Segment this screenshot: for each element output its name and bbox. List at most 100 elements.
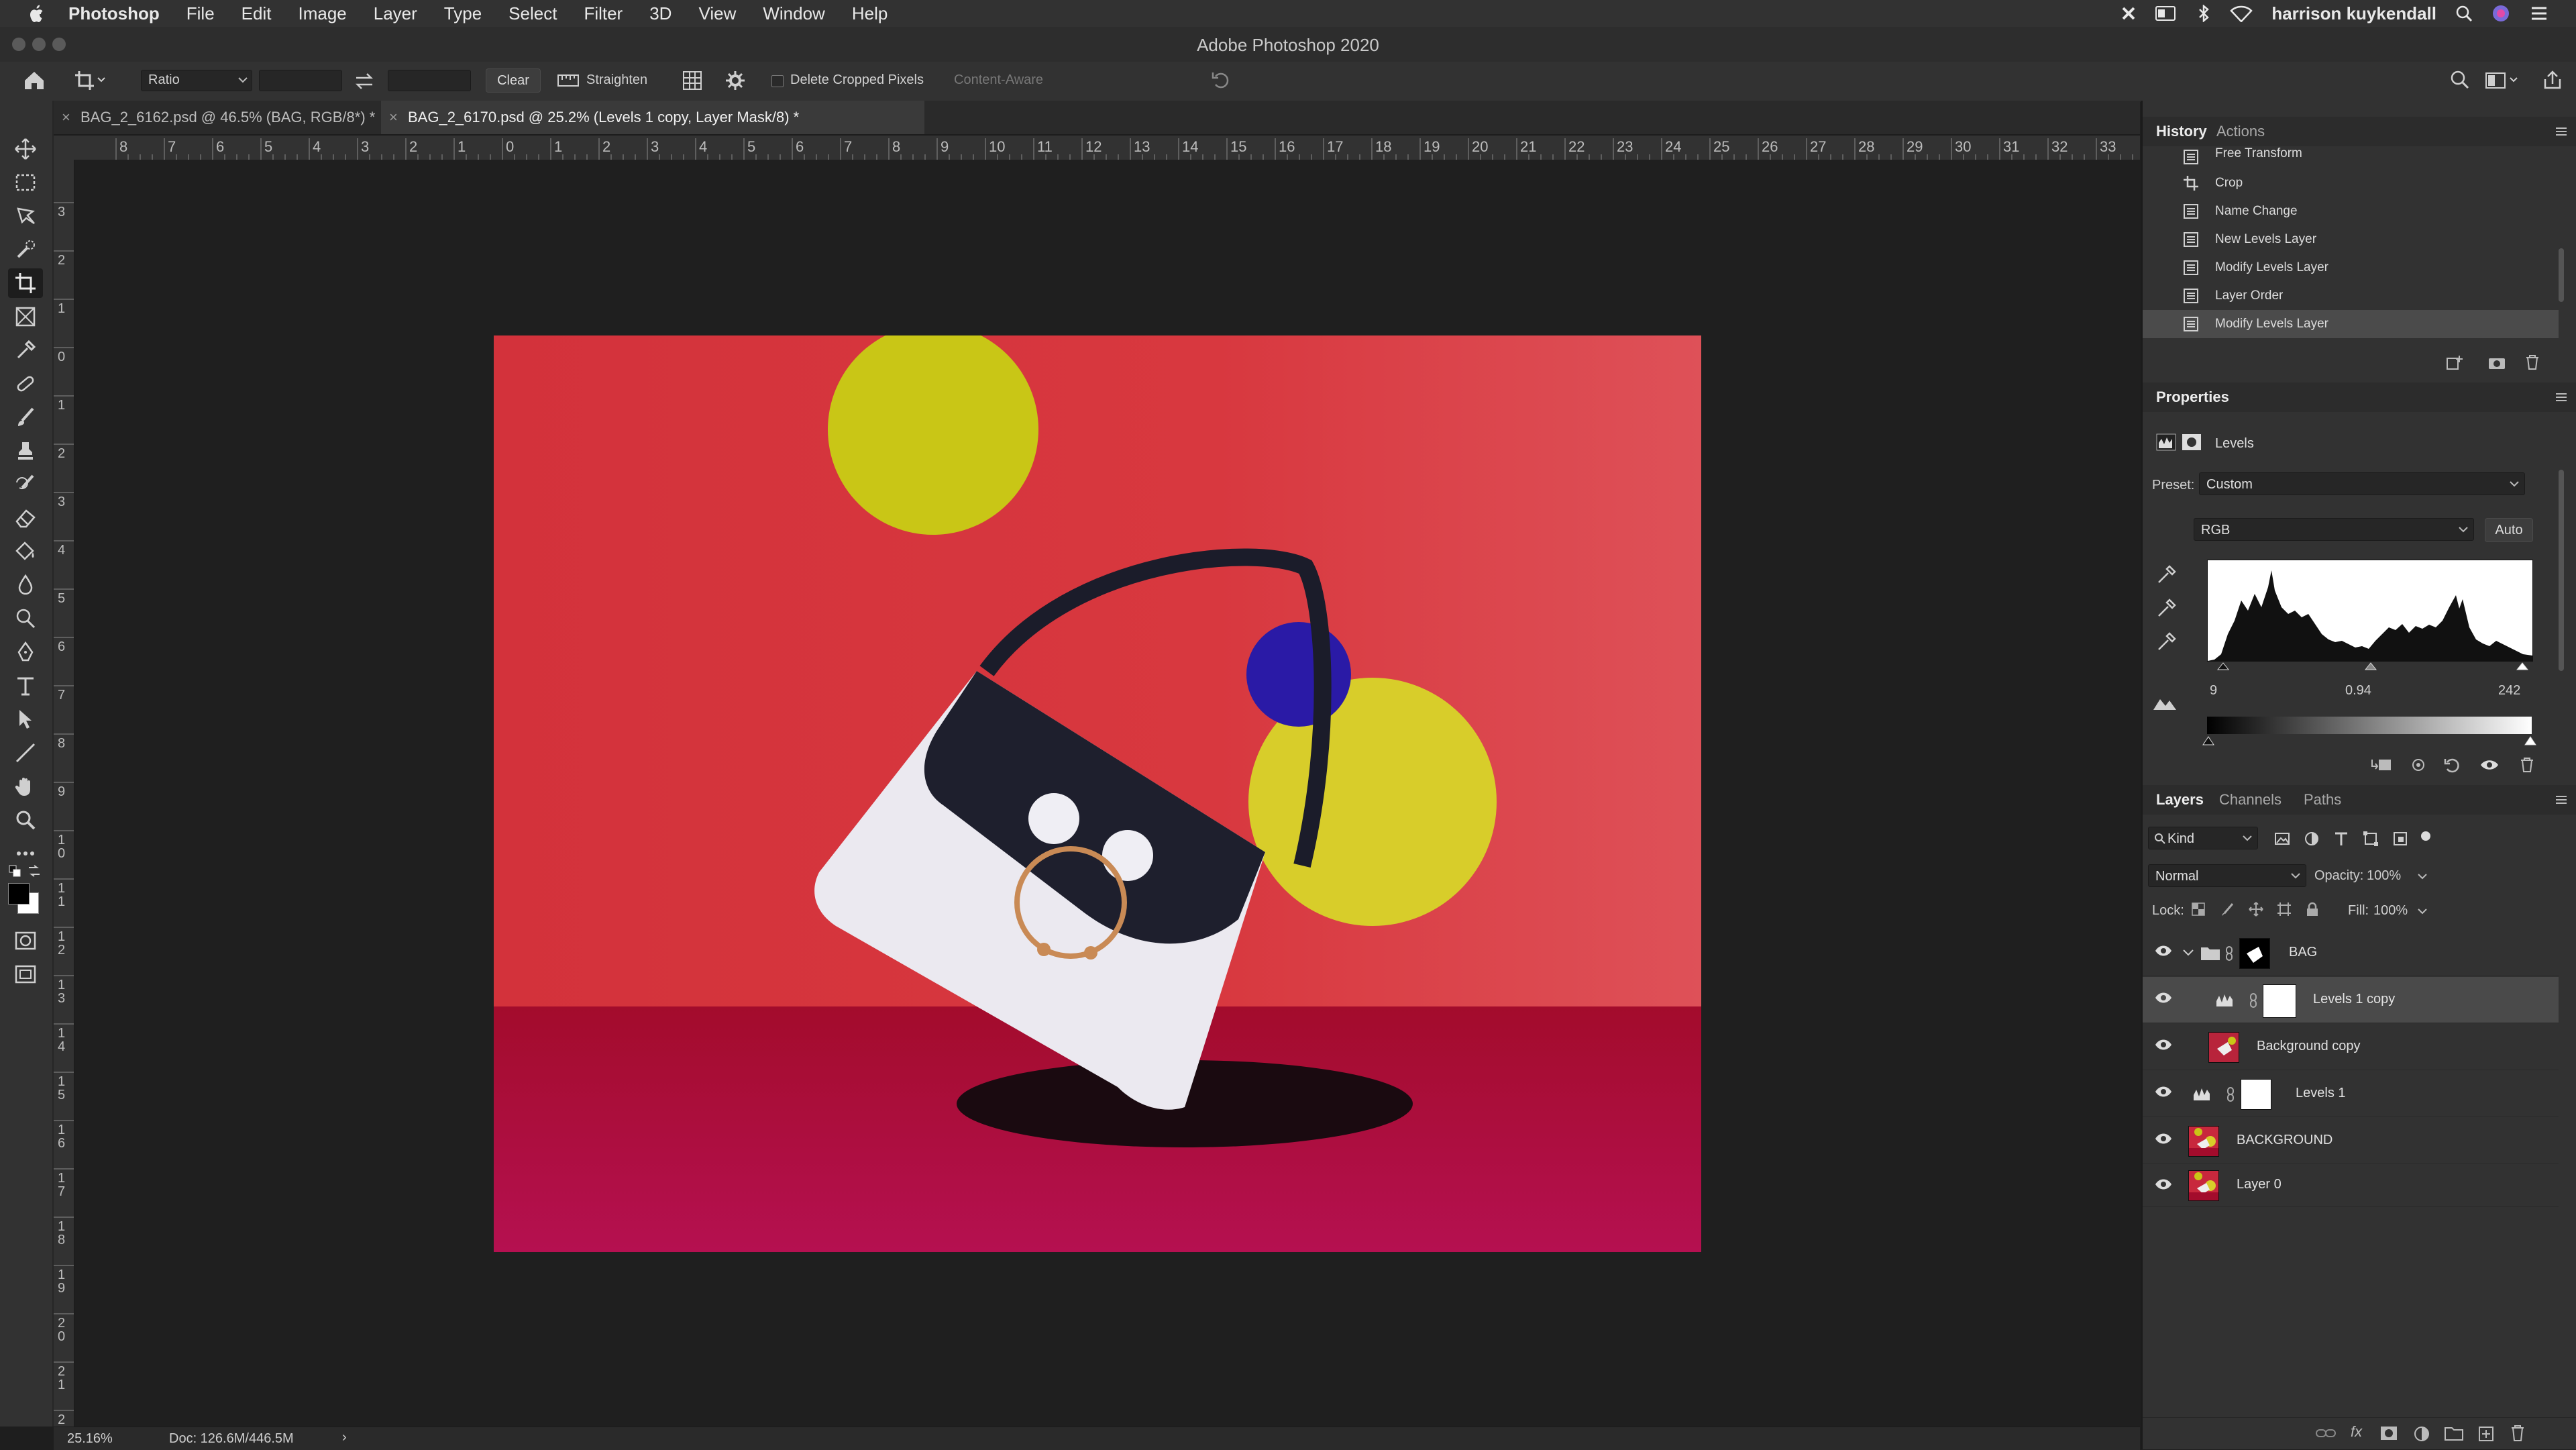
ratio-select[interactable]: Ratio	[141, 70, 252, 91]
filter-shape-icon[interactable]	[2363, 831, 2379, 847]
close-tab-icon[interactable]: ×	[389, 101, 398, 134]
path-selection-tool-icon[interactable]	[8, 705, 43, 734]
document-size[interactable]: Doc: 126.6M/446.5M	[169, 1431, 294, 1447]
menu-help[interactable]: Help	[852, 3, 888, 24]
screen-mode-icon[interactable]	[8, 960, 43, 989]
layer-row-levels-1[interactable]: Levels 1	[2143, 1071, 2559, 1117]
layer-effects-icon[interactable]: fx	[2351, 1423, 2362, 1441]
straighten-icon[interactable]	[557, 71, 580, 89]
share-icon[interactable]	[2542, 70, 2563, 90]
layer-row-layer-0[interactable]: Layer 0	[2143, 1165, 2559, 1207]
zoom-tool-icon[interactable]	[8, 805, 43, 835]
white-point-eyedropper-icon[interactable]	[2156, 631, 2178, 652]
input-gamma-value[interactable]: 0.94	[2345, 683, 2371, 698]
clip-to-layer-icon[interactable]	[2369, 757, 2392, 773]
menu-type[interactable]: Type	[444, 3, 482, 24]
lock-position-icon[interactable]	[2249, 902, 2263, 917]
siri-icon[interactable]	[2491, 4, 2510, 23]
history-item[interactable]: Crop	[2143, 169, 2559, 197]
camera-snapshot-icon[interactable]	[2487, 354, 2506, 370]
history-item[interactable]: Free Transform	[2143, 146, 2559, 169]
input-black-value[interactable]: 9	[2210, 683, 2217, 698]
brush-tool-icon[interactable]	[8, 403, 43, 432]
layer-row-background-copy[interactable]: Background copy	[2143, 1024, 2559, 1070]
line-tool-icon[interactable]	[8, 738, 43, 768]
eye-icon[interactable]	[2155, 992, 2172, 1004]
apple-icon[interactable]	[27, 3, 47, 23]
link-icon[interactable]	[2226, 1087, 2235, 1102]
layer-thumbnail[interactable]	[2188, 1170, 2219, 1201]
new-document-from-state-icon[interactable]	[2446, 354, 2463, 370]
move-tool-icon[interactable]	[8, 134, 43, 164]
type-tool-icon[interactable]	[8, 671, 43, 701]
layer-mask-thumbnail[interactable]	[2263, 984, 2296, 1018]
mask-icon[interactable]	[2182, 433, 2202, 451]
eyedropper-tool-icon[interactable]	[8, 335, 43, 365]
lock-pixels-icon[interactable]	[2220, 902, 2235, 917]
new-adjustment-layer-icon[interactable]	[2414, 1426, 2430, 1442]
frame-tool-icon[interactable]	[8, 302, 43, 331]
properties-scrollbar[interactable]	[2559, 470, 2564, 671]
layer-thumbnail[interactable]	[2188, 1126, 2219, 1157]
straighten-label[interactable]: Straighten	[586, 72, 647, 88]
reset-crop-icon[interactable]	[1210, 70, 1230, 90]
auto-button[interactable]: Auto	[2485, 518, 2533, 542]
tab-paths[interactable]: Paths	[2304, 785, 2341, 815]
foreground-color-swatch[interactable]	[8, 883, 30, 904]
chevron-down-icon[interactable]	[2183, 949, 2194, 957]
channel-select[interactable]: RGB	[2194, 518, 2474, 541]
tab-properties[interactable]: Properties	[2156, 382, 2229, 412]
link-layers-icon[interactable]	[2316, 1426, 2336, 1441]
history-item-current[interactable]: Modify Levels Layer	[2143, 310, 2559, 338]
panel-menu-icon[interactable]	[2555, 794, 2568, 805]
eraser-tool-icon[interactable]	[8, 503, 43, 533]
history-item[interactable]: New Levels Layer	[2143, 225, 2559, 254]
black-point-eyedropper-icon[interactable]	[2156, 564, 2178, 585]
blur-tool-icon[interactable]	[8, 570, 43, 600]
filter-kind-select[interactable]: Kind	[2148, 827, 2258, 849]
filter-adjustment-icon[interactable]	[2304, 831, 2320, 847]
close-tab-icon[interactable]: ×	[62, 101, 70, 134]
fill-value[interactable]: 100%	[2373, 903, 2408, 919]
hand-tool-icon[interactable]	[8, 772, 43, 801]
lock-artboard-icon[interactable]	[2277, 902, 2292, 917]
menu-file[interactable]: File	[186, 3, 215, 24]
dodge-tool-icon[interactable]	[8, 604, 43, 633]
eye-icon[interactable]	[2155, 945, 2172, 957]
workspace-icon[interactable]	[2485, 71, 2518, 90]
menu-filter[interactable]: Filter	[584, 3, 623, 24]
clipping-warning-icon[interactable]	[2152, 694, 2179, 713]
opacity-value[interactable]: 100%	[2367, 868, 2401, 884]
input-white-value[interactable]: 242	[2498, 683, 2520, 698]
search-icon[interactable]	[2455, 5, 2473, 22]
search-icon[interactable]	[2450, 70, 2470, 90]
app-menu[interactable]: Photoshop	[68, 3, 160, 24]
menu-select[interactable]: Select	[508, 3, 557, 24]
menu-view[interactable]: View	[698, 3, 736, 24]
toggle-visibility-icon[interactable]	[2479, 757, 2500, 773]
vertical-ruler[interactable]: 321012345678910111213141516171819202122	[54, 160, 74, 1427]
history-item[interactable]: Modify Levels Layer	[2143, 254, 2559, 282]
wifi-icon[interactable]	[2230, 5, 2253, 22]
menu-layer[interactable]: Layer	[374, 3, 417, 24]
link-icon[interactable]	[2224, 946, 2234, 961]
document-image[interactable]	[494, 335, 1701, 1252]
chevron-down-icon[interactable]	[2418, 909, 2427, 915]
lock-all-icon[interactable]	[2305, 902, 2320, 917]
swap-colors-icon[interactable]	[27, 864, 42, 878]
clear-button[interactable]: Clear	[486, 68, 541, 93]
blend-mode-select[interactable]: Normal	[2148, 864, 2306, 887]
link-icon[interactable]	[2249, 993, 2258, 1008]
menu-image[interactable]: Image	[298, 3, 346, 24]
paint-bucket-tool-icon[interactable]	[8, 537, 43, 566]
new-group-icon[interactable]	[2445, 1426, 2463, 1441]
eye-icon[interactable]	[2155, 1086, 2172, 1098]
window-icon[interactable]	[2155, 5, 2178, 22]
filter-type-icon[interactable]	[2333, 831, 2349, 847]
menu-edit[interactable]: Edit	[241, 3, 272, 24]
delete-cropped-checkbox[interactable]	[771, 75, 784, 87]
history-item[interactable]: Layer Order	[2143, 282, 2559, 310]
home-icon[interactable]	[23, 70, 46, 91]
pen-tool-icon[interactable]	[8, 637, 43, 667]
gray-point-eyedropper-icon[interactable]	[2156, 597, 2178, 619]
